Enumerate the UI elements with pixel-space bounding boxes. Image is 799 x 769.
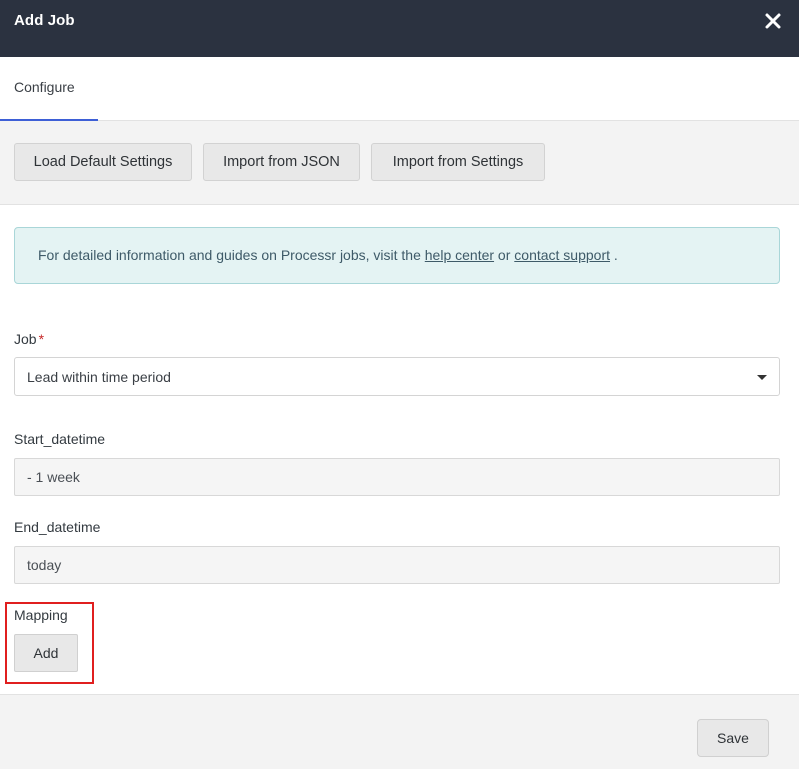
info-text: For detailed information and guides on P… [38, 247, 618, 263]
tab-bar: Configure [0, 57, 799, 122]
start-datetime-label: Start_datetime [14, 431, 106, 447]
job-label-text: Job [14, 331, 37, 347]
close-icon [765, 13, 781, 29]
toolbar: Load Default Settings Import from JSON I… [0, 121, 799, 205]
close-button[interactable] [762, 10, 784, 32]
load-default-settings-button[interactable]: Load Default Settings [14, 143, 192, 181]
contact-support-link[interactable]: contact support [514, 247, 610, 263]
job-select-value: Lead within time period [27, 369, 171, 385]
modal-header: Add Job [0, 0, 799, 57]
end-datetime-input[interactable] [14, 546, 780, 584]
tab-configure[interactable]: Configure [0, 57, 98, 122]
start-datetime-input[interactable] [14, 458, 780, 496]
info-prefix: For detailed information and guides on P… [38, 247, 425, 263]
info-alert: For detailed information and guides on P… [14, 227, 780, 284]
info-middle: or [494, 247, 515, 263]
end-datetime-label: End_datetime [14, 519, 101, 535]
job-select[interactable]: Lead within time period [14, 357, 780, 396]
modal-footer: Save [0, 694, 799, 769]
mapping-label: Mapping [14, 607, 68, 623]
import-from-json-button[interactable]: Import from JSON [203, 143, 360, 181]
info-suffix: . [610, 247, 618, 263]
help-center-link[interactable]: help center [425, 247, 494, 263]
import-from-settings-button[interactable]: Import from Settings [371, 143, 545, 181]
modal-title: Add Job [14, 12, 75, 29]
tab-configure-label: Configure [14, 79, 75, 95]
add-job-modal: Add Job Configure Load Default Settings … [0, 0, 799, 769]
job-label: Job * [14, 331, 44, 347]
add-mapping-button[interactable]: Add [14, 634, 78, 672]
save-button[interactable]: Save [697, 719, 769, 757]
required-marker: * [38, 331, 45, 347]
caret-down-icon [757, 375, 767, 380]
